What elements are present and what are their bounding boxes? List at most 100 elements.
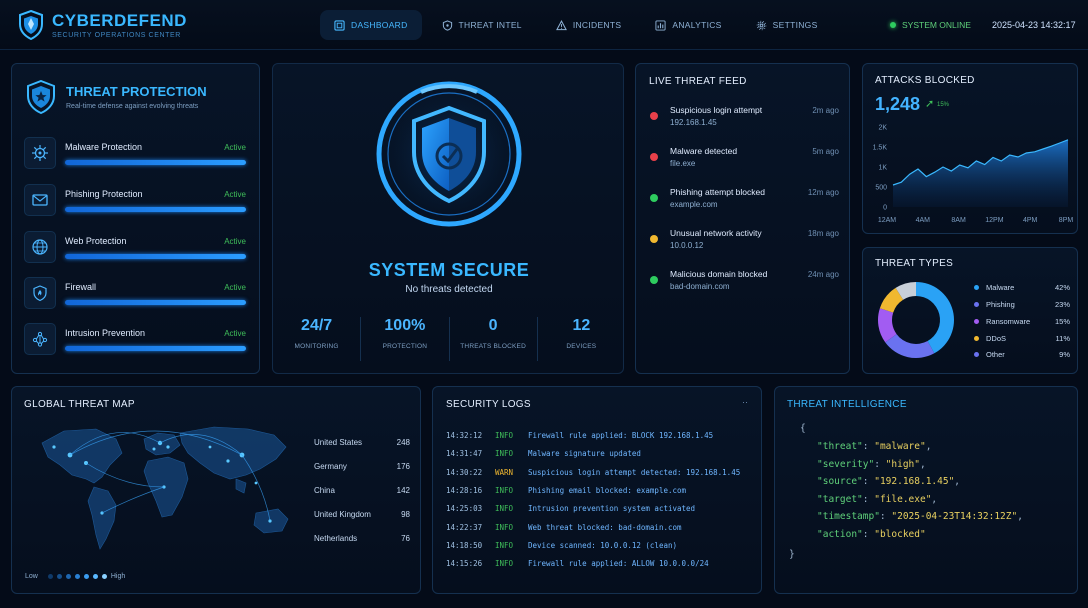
globe-icon	[32, 239, 48, 255]
stat-value: 24/7	[301, 317, 333, 334]
country-name: Germany	[314, 462, 347, 471]
tab-analytics[interactable]: ANALYTICS	[641, 10, 735, 40]
legend-swatch	[974, 319, 979, 324]
country-count: 176	[396, 462, 410, 471]
protection-row-intrusion[interactable]: Intrusion Prevention Active	[24, 323, 250, 359]
donut-slice-phishing[interactable]	[885, 334, 935, 358]
legend-label: Malware	[986, 283, 1015, 292]
stat-threats-blocked: 0 THREATS BLOCKED	[450, 317, 538, 361]
json-colon: :	[862, 441, 875, 452]
country-name: China	[314, 486, 335, 495]
panel-title: SECURITY LOGS	[446, 399, 531, 410]
severity-dot-icon	[650, 235, 658, 243]
feed-item-title: Phishing attempt blocked	[670, 187, 765, 197]
tab-incidents[interactable]: INCIDENTS	[542, 10, 636, 40]
y-tick-label: 500	[875, 185, 887, 192]
legend-value: 9%	[1059, 350, 1070, 359]
feed-item[interactable]: Suspicious login attempt 192.168.1.45 2m…	[649, 105, 839, 135]
legend-label: Other	[986, 350, 1005, 359]
protection-name: Firewall	[65, 282, 97, 292]
feed-item-detail: 192.168.1.45	[670, 118, 717, 127]
map-intensity-legend: Low High	[25, 573, 125, 580]
protection-status: Active	[224, 143, 246, 152]
stat-value: 0	[488, 317, 498, 334]
json-line: "threat": "malware",	[817, 441, 931, 455]
legend-swatch	[974, 336, 979, 341]
x-tick-label: 8AM	[951, 217, 966, 224]
legend-value: 15%	[1054, 317, 1070, 326]
country-row[interactable]: China 142	[314, 486, 410, 500]
protection-status: Active	[224, 283, 246, 292]
country-row[interactable]: United Kingdom 98	[314, 510, 410, 524]
legend-item-ddos: DDoS 11%	[974, 334, 1070, 346]
json-line: "target": "file.exe",	[817, 494, 937, 508]
protection-status: Active	[224, 329, 246, 338]
legend-swatch	[974, 302, 979, 307]
threat-intelligence-panel: THREAT INTELLIGENCE { "threat": "malware…	[774, 386, 1078, 594]
feed-item-title: Malicious domain blocked	[670, 269, 768, 279]
tab-dashboard[interactable]: DASHBOARD	[320, 10, 422, 40]
country-count: 76	[401, 534, 410, 543]
json-line: "timestamp": "2025-04-23T14:32:12Z",	[817, 511, 1023, 525]
legend-item-other: Other 9%	[974, 350, 1070, 362]
severity-dot-icon	[650, 276, 658, 284]
shield-star-icon	[27, 80, 55, 114]
stat-value: 100%	[384, 317, 426, 334]
json-colon: :	[862, 493, 875, 505]
protection-name: Intrusion Prevention	[65, 328, 146, 338]
protection-row-phishing[interactable]: Phishing Protection Active	[24, 184, 250, 220]
protection-row-malware[interactable]: Malware Protection Active	[24, 137, 250, 173]
threat-types-panel: THREAT TYPES Malware 42% Phishing 23% Ra…	[862, 247, 1078, 374]
donut-slice-malware[interactable]	[916, 282, 954, 354]
panel-subtitle: Real-time defense against evolving threa…	[66, 103, 199, 110]
country-row[interactable]: United States 248	[314, 438, 410, 452]
protection-level-bar	[65, 346, 246, 351]
logs-more-button[interactable]: ··	[742, 397, 748, 407]
tab-settings[interactable]: SETTINGS	[742, 10, 832, 40]
panel-title: THREAT INTELLIGENCE	[787, 399, 907, 410]
log-time: 14:28:16	[446, 485, 483, 495]
country-name: United Kingdom	[314, 510, 371, 519]
feed-item[interactable]: Malware detected file.exe 5m ago	[649, 146, 839, 176]
stat-protection: 100% PROTECTION	[361, 317, 450, 361]
country-row[interactable]: Germany 176	[314, 462, 410, 476]
country-count: 248	[396, 438, 410, 447]
security-logs-panel: SECURITY LOGS ·· 14:32:12 INFO Firewall ru…	[432, 386, 762, 594]
feed-item[interactable]: Unusual network activity 10.0.0.12 18m a…	[649, 228, 839, 258]
legend-swatch	[974, 285, 979, 290]
app-logo[interactable]: CYBERDEFEND SECURITY OPERATIONS CENTER	[18, 10, 187, 40]
protection-row-web[interactable]: Web Protection Active	[24, 231, 250, 267]
system-status-subtitle: No threats detected	[405, 284, 493, 295]
json-comma: ,	[1017, 511, 1023, 523]
live-threat-feed-panel: LIVE THREAT FEED Suspicious login attemp…	[635, 63, 850, 374]
severity-dot-icon	[650, 153, 658, 161]
legend-label: Phishing	[986, 300, 1015, 309]
log-time: 14:15:26	[446, 559, 483, 569]
json-key: "severity"	[817, 458, 875, 470]
json-value: "file.exe"	[874, 493, 932, 505]
feed-item[interactable]: Malicious domain blocked bad-domain.com …	[649, 269, 839, 299]
system-status-panel: SYSTEM SECURE No threats detected 24/7 M…	[272, 63, 624, 374]
envelope-icon	[32, 194, 48, 206]
feed-item-detail: 10.0.0.12	[670, 241, 704, 250]
feed-item[interactable]: Phishing attempt blocked example.com 12m…	[649, 187, 839, 217]
world-map-graphic[interactable]	[24, 417, 314, 567]
stat-label: MONITORING	[294, 343, 339, 350]
x-tick-label: 8PM	[1059, 217, 1074, 224]
log-time: 14:22:37	[446, 522, 483, 532]
log-message: Web threat blocked: bad-domain.com	[528, 522, 682, 532]
log-message: Intrusion prevention system activated	[528, 504, 696, 514]
log-message: Phishing email blocked: example.com	[528, 485, 687, 495]
country-row[interactable]: Netherlands 76	[314, 534, 410, 548]
protection-name: Malware Protection	[65, 142, 143, 152]
secure-shield-icon	[369, 74, 529, 234]
stat-value: 12	[572, 317, 591, 334]
protection-status: Active	[224, 237, 246, 246]
tab-threat-intel[interactable]: THREAT INTEL	[428, 10, 536, 40]
legend-dot	[56, 574, 62, 579]
feed-item-title: Unusual network activity	[670, 228, 762, 238]
tab-analytics-label: ANALYTICS	[672, 20, 722, 30]
legend-swatch	[974, 352, 979, 357]
log-time: 14:25:03	[446, 504, 483, 514]
protection-row-firewall[interactable]: Firewall Active	[24, 277, 250, 313]
